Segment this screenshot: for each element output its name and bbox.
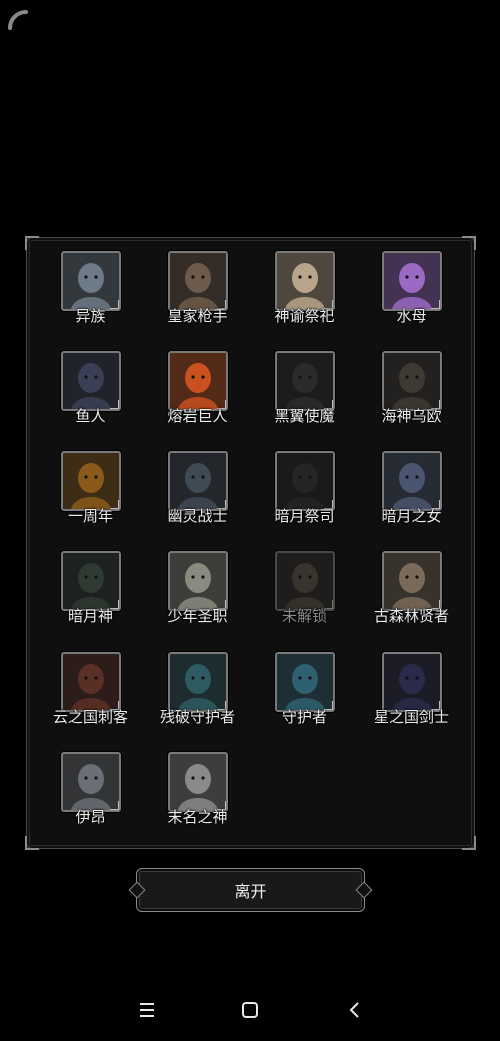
locked-sage-portrait [274, 551, 335, 611]
hero-name-label: 水母 [396, 307, 427, 325]
panel-corner [25, 236, 39, 250]
hero-card[interactable]: 少年圣职 [144, 551, 251, 641]
star-swordsman-portrait [381, 652, 442, 712]
dark-moon-god-portrait [60, 551, 121, 611]
hero-name-label: 一周年 [67, 507, 113, 525]
home-icon[interactable] [238, 998, 262, 1022]
hero-card[interactable]: 末名之神 [144, 752, 251, 842]
hero-name-label: 皇家枪手 [167, 307, 228, 325]
hero-card[interactable]: 海神乌欧 [358, 351, 465, 441]
ghost-warrior-portrait [167, 451, 228, 511]
dark-moon-maiden-portrait [381, 451, 442, 511]
hero-name-label: 黑翼使魔 [274, 407, 335, 425]
anniversary-portrait [60, 451, 121, 511]
forest-sage-portrait [381, 551, 442, 611]
hero-card[interactable]: 水母 [358, 251, 465, 341]
dark-moon-priest-portrait [274, 451, 335, 511]
hero-name-label: 未解锁 [281, 607, 327, 625]
hero-select-panel: 异族 皇家枪手 神谕祭祀 水母鱼人 熔岩巨人 黑翼使魔 海神乌欧一周年 幽灵战士 暗月祭司 暗月之… [25, 236, 476, 850]
hero-card[interactable]: 一周年 [37, 451, 144, 541]
hero-card[interactable]: 残破守护者 [144, 652, 251, 742]
oracle-priest-portrait [274, 251, 335, 311]
alien-elder-portrait [60, 251, 121, 311]
hero-name-label: 暗月祭司 [274, 507, 335, 525]
ion-portrait [60, 752, 121, 812]
hero-name-label: 伊昂 [75, 808, 106, 826]
hero-name-label: 神谕祭祀 [274, 307, 335, 325]
hero-name-label: 海神乌欧 [381, 407, 442, 425]
hero-name-label: 异族 [75, 307, 106, 325]
panel-corner [462, 236, 476, 250]
hero-card[interactable]: 鱼人 [37, 351, 144, 441]
panel-corner [462, 836, 476, 850]
system-navigation-bar [0, 990, 500, 1030]
button-ornament [355, 881, 373, 899]
sea-god-portrait [381, 351, 442, 411]
hero-card[interactable]: 暗月祭司 [251, 451, 358, 541]
hero-name-label: 少年圣职 [167, 607, 228, 625]
hero-name-label: 暗月神 [67, 607, 113, 625]
leave-button-label: 离开 [234, 882, 267, 901]
hero-card[interactable]: 守护者 [251, 652, 358, 742]
hero-name-label: 残破守护者 [159, 708, 235, 726]
royal-gunner-portrait [167, 251, 228, 311]
hero-name-label: 守护者 [281, 708, 327, 726]
hero-card[interactable]: 未解锁 [251, 551, 358, 641]
cloud-assassin-portrait [60, 652, 121, 712]
hero-card[interactable]: 伊昂 [37, 752, 144, 842]
hero-card[interactable]: 神谕祭祀 [251, 251, 358, 341]
leave-button[interactable]: 离开 [128, 868, 373, 912]
hero-card[interactable]: 云之国刺客 [37, 652, 144, 742]
hero-card[interactable]: 古森林贤者 [358, 551, 465, 641]
hero-card[interactable]: 暗月神 [37, 551, 144, 641]
hero-name-label: 暗月之女 [381, 507, 442, 525]
status-indicator-icon [6, 8, 30, 32]
nameless-god-portrait [167, 752, 228, 812]
hero-card[interactable]: 星之国剑士 [358, 652, 465, 742]
jellyfish-portrait [381, 251, 442, 311]
hero-card[interactable]: 幽灵战士 [144, 451, 251, 541]
broken-guardian-portrait [167, 652, 228, 712]
hero-card[interactable]: 异族 [37, 251, 144, 341]
lava-giant-portrait [167, 351, 228, 411]
hero-card[interactable]: 暗月之女 [358, 451, 465, 541]
black-wing-familiar-portrait [274, 351, 335, 411]
guardian-portrait [274, 652, 335, 712]
hero-name-label: 熔岩巨人 [167, 407, 228, 425]
hero-name-label: 幽灵战士 [167, 507, 228, 525]
hero-name-label: 云之国刺客 [52, 708, 128, 726]
hero-name-label: 末名之神 [167, 808, 228, 826]
button-ornament [128, 881, 146, 899]
fishman-portrait [60, 351, 121, 411]
hero-name-label: 星之国剑士 [373, 708, 449, 726]
menu-icon[interactable] [135, 998, 159, 1022]
hero-card[interactable]: 黑翼使魔 [251, 351, 358, 441]
hero-name-label: 鱼人 [75, 407, 106, 425]
back-icon[interactable] [343, 998, 367, 1022]
young-cleric-portrait [167, 551, 228, 611]
hero-card[interactable]: 熔岩巨人 [144, 351, 251, 441]
hero-name-label: 古森林贤者 [373, 607, 449, 625]
hero-card[interactable]: 皇家枪手 [144, 251, 251, 341]
